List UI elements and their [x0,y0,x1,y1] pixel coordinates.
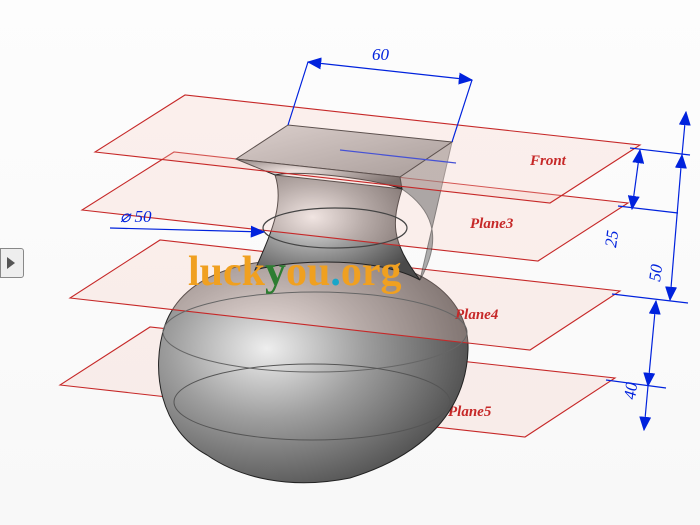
dim-tail2 [682,112,686,155]
dim40-line [648,301,656,386]
wm-part-org: org [341,249,402,295]
dim25-line [632,150,640,209]
dim60-line [308,62,472,80]
wm-part-luck: luck [188,249,265,295]
plane3-label: Plane3 [470,216,514,232]
dim-dia50-leader [110,228,264,232]
wm-part-dot: . [330,249,341,295]
dim50-line [670,155,682,300]
front-plane-label: Front [529,153,567,169]
dim40-text: 40 [620,381,641,401]
dim-tail1 [644,386,648,430]
wm-part-ou: ou [286,249,330,295]
dim-dia50-text: ⌀ 50 [120,207,152,226]
ext-p4 [612,294,688,303]
plane5-label: Plane5 [448,404,492,420]
plane4-label: Plane4 [455,307,499,323]
dim25-text: 25 [601,229,622,248]
watermark: luckyou.org [188,248,402,296]
wm-part-y: y [265,249,286,295]
ext-p3a [618,206,678,213]
dim60-text: 60 [372,45,390,64]
cad-viewport[interactable]: Plane5 Plane4 Plane3 Front 60 [0,0,700,525]
dim50-text: 50 [645,263,666,283]
